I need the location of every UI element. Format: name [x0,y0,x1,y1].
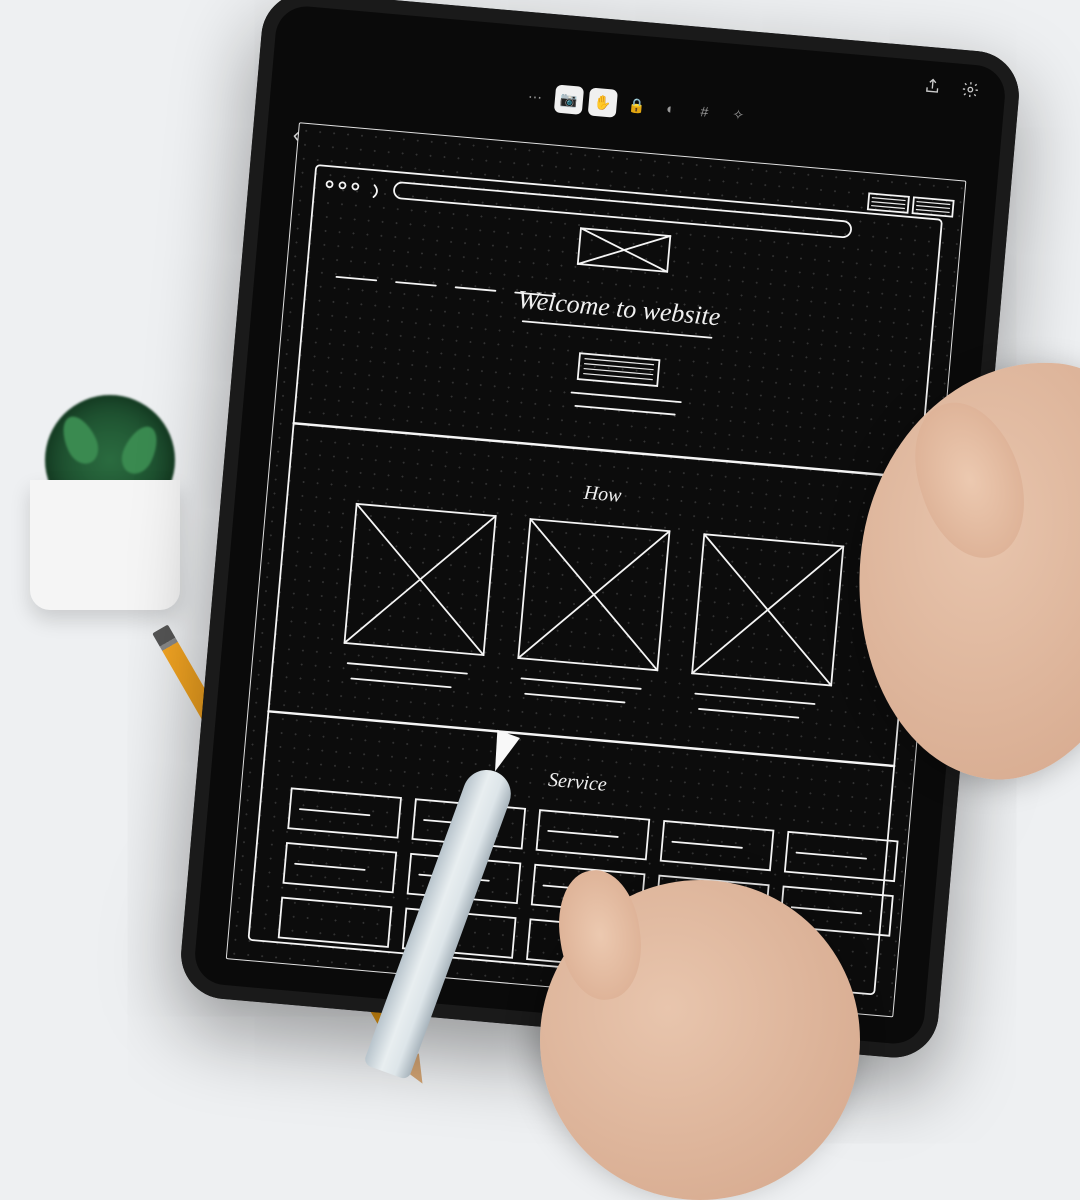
status-bar [922,77,980,105]
camera-icon[interactable]: 📷 [554,85,584,115]
share-icon[interactable] [922,77,942,101]
plant-pot [30,480,180,610]
lock-icon[interactable]: 🔒 [622,90,652,120]
wireframe-image-box [515,519,669,705]
grid-icon[interactable]: # [689,96,719,126]
puzzle-icon[interactable]: ✧ [723,99,753,129]
wireframe-section2-title: How [582,482,623,507]
settings-icon[interactable] [960,80,980,104]
contrast-icon[interactable]: ◐ [655,93,685,123]
app-toolbar: ⋯ 📷 ✋ 🔒 ◐ # ✧ [520,82,754,130]
wireframe-image-box [689,534,843,720]
wireframe-image-box [341,504,495,690]
hand-icon[interactable]: ✋ [588,87,618,117]
wireframe-section3-title: Service [547,769,608,796]
more-icon[interactable]: ⋯ [520,82,550,112]
wireframe-hero-title: Welcome to website [516,285,721,332]
